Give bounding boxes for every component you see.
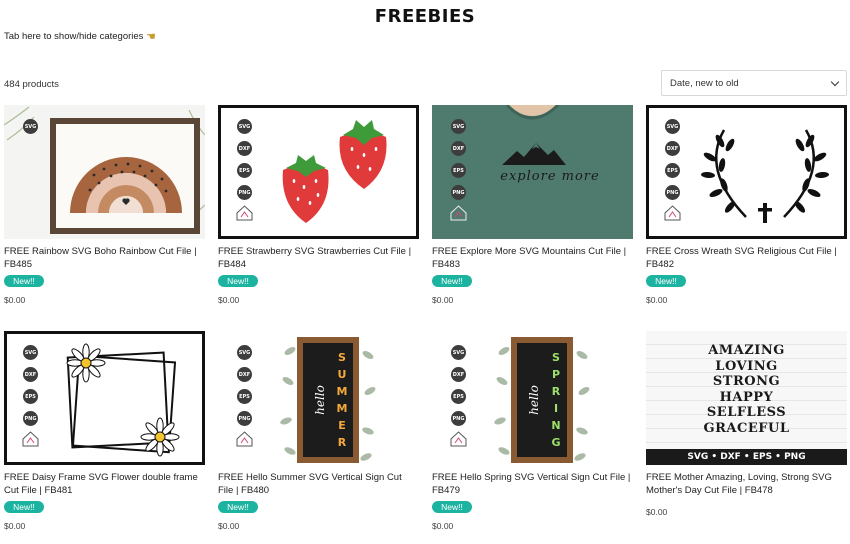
product-image-cross-wreath[interactable]: SVG DXF EPS PNG: [646, 105, 847, 239]
eps-format-icon: EPS: [237, 163, 252, 178]
svg-format-icon: SVG: [665, 119, 680, 134]
product-title[interactable]: FREE Daisy Frame SVG Flower double frame…: [4, 471, 205, 497]
pointing-hand-icon: ☛: [146, 31, 157, 43]
new-badge: New!!: [432, 275, 472, 287]
product-image-explore-more[interactable]: explore more SVG DXF EPS PNG: [432, 105, 633, 239]
new-badge: New!!: [4, 501, 44, 513]
png-format-icon: PNG: [237, 185, 252, 200]
dxf-format-icon: DXF: [451, 141, 466, 156]
eps-format-icon: EPS: [451, 163, 466, 178]
eps-format-icon: EPS: [23, 389, 38, 404]
summer-word-text: SUMMER: [336, 351, 348, 449]
mother-words-stack: AMAZING LOVING STRONG HAPPY SELFLESS GRA…: [646, 343, 847, 436]
product-image-daisy-frame[interactable]: SVG DXF EPS PNG: [4, 331, 205, 465]
sort-select-value: Date, new to old: [670, 77, 739, 89]
product-card: SVG FREE Rainbow SVG Boho Rainbow Cut Fi…: [4, 105, 205, 305]
hello-script-text: hello: [313, 385, 327, 415]
product-price: $0.00: [432, 521, 454, 531]
product-price: $0.00: [218, 295, 240, 305]
dxf-format-icon: DXF: [23, 367, 38, 382]
word-line: HAPPY: [719, 389, 774, 405]
product-card: explore more SVG DXF EPS PNG FREE Explor…: [432, 105, 633, 305]
product-price: $0.00: [4, 295, 26, 305]
product-card: hello SUMMER SVG DXF EPS PNG FREE Hello …: [218, 331, 419, 531]
product-image-hello-spring[interactable]: hello SPRING SVG DXF EPS PNG: [432, 331, 633, 465]
product-title[interactable]: FREE Explore More SVG Mountains Cut File…: [432, 245, 633, 271]
word-line: STRONG: [712, 374, 781, 389]
png-format-icon: PNG: [237, 411, 252, 426]
product-title[interactable]: FREE Cross Wreath SVG Religious Cut File…: [646, 245, 847, 271]
png-format-icon: PNG: [451, 411, 466, 426]
page-title: FREEBIES: [374, 6, 476, 27]
brand-logo-icon: [236, 205, 253, 221]
product-price: $0.00: [218, 521, 240, 531]
product-image-strawberry[interactable]: SVG DXF EPS PNG: [218, 105, 419, 239]
new-badge: New!!: [4, 275, 44, 287]
dxf-format-icon: DXF: [237, 367, 252, 382]
new-badge: New!!: [218, 501, 258, 513]
svg-format-icon: SVG: [23, 345, 38, 360]
new-badge: New!!: [432, 501, 472, 513]
svg-format-icon: SVG: [451, 119, 466, 134]
brand-logo-icon: [450, 431, 467, 447]
categories-toggle[interactable]: Tab here to show/hide categories ☛: [4, 30, 156, 43]
categories-toggle-label: Tab here to show/hide categories: [4, 31, 144, 42]
png-format-icon: PNG: [23, 411, 38, 426]
svg-format-icon: SVG: [451, 345, 466, 360]
product-price: $0.00: [4, 521, 26, 531]
word-line: LOVING: [715, 358, 778, 374]
product-title[interactable]: FREE Mother Amazing, Loving, Strong SVG …: [646, 471, 847, 497]
brand-logo-icon: [664, 205, 681, 221]
word-line: SELFLESS: [706, 405, 787, 420]
svg-format-icon: SVG: [237, 119, 252, 134]
product-title[interactable]: FREE Strawberry SVG Strawberries Cut Fil…: [218, 245, 419, 271]
product-title[interactable]: FREE Hello Summer SVG Vertical Sign Cut …: [218, 471, 419, 497]
product-card: SVG DXF EPS PNG FREE Cross Wreath SVG Re…: [646, 105, 847, 305]
new-badge: New!!: [646, 275, 686, 287]
product-title[interactable]: FREE Rainbow SVG Boho Rainbow Cut File |…: [4, 245, 205, 271]
product-image-hello-summer[interactable]: hello SUMMER SVG DXF EPS PNG: [218, 331, 419, 465]
eps-format-icon: EPS: [451, 389, 466, 404]
png-format-icon: PNG: [451, 185, 466, 200]
product-image-rainbow[interactable]: SVG: [4, 105, 205, 239]
product-price: $0.00: [646, 295, 668, 305]
hello-script-text: hello: [527, 385, 541, 415]
product-card: SVG DXF EPS PNG FREE Strawberry SVG Stra…: [218, 105, 419, 305]
new-badge: New!!: [218, 275, 258, 287]
product-price: $0.00: [646, 507, 668, 517]
dxf-format-icon: DXF: [237, 141, 252, 156]
brand-logo-icon: [22, 431, 39, 447]
product-card: AMAZING LOVING STRONG HAPPY SELFLESS GRA…: [646, 331, 847, 517]
svg-format-icon: SVG: [23, 119, 38, 134]
svg-format-icon: SVG: [237, 345, 252, 360]
product-card: SVG DXF EPS PNG FREE Daisy Frame SVG Flo…: [4, 331, 205, 531]
word-line: AMAZING: [708, 343, 785, 358]
brand-logo-icon: [450, 205, 467, 221]
chevron-down-icon: [830, 77, 840, 86]
eps-format-icon: EPS: [237, 389, 252, 404]
product-image-mother-words[interactable]: AMAZING LOVING STRONG HAPPY SELFLESS GRA…: [646, 331, 847, 465]
product-card: hello SPRING SVG DXF EPS PNG FREE Hello …: [432, 331, 633, 531]
dxf-format-icon: DXF: [665, 141, 680, 156]
eps-format-icon: EPS: [665, 163, 680, 178]
sort-select[interactable]: Date, new to old: [661, 70, 847, 96]
product-count: 484 products: [4, 79, 59, 90]
dxf-format-icon: DXF: [451, 367, 466, 382]
word-line: GRACEFUL: [703, 420, 790, 436]
format-strip: SVG • DXF • EPS • PNG: [646, 449, 847, 465]
explore-more-text: explore more: [500, 169, 600, 184]
spring-word-text: SPRING: [551, 351, 561, 449]
png-format-icon: PNG: [665, 185, 680, 200]
product-title[interactable]: FREE Hello Spring SVG Vertical Sign Cut …: [432, 471, 633, 497]
brand-logo-icon: [236, 431, 253, 447]
product-price: $0.00: [432, 295, 454, 305]
